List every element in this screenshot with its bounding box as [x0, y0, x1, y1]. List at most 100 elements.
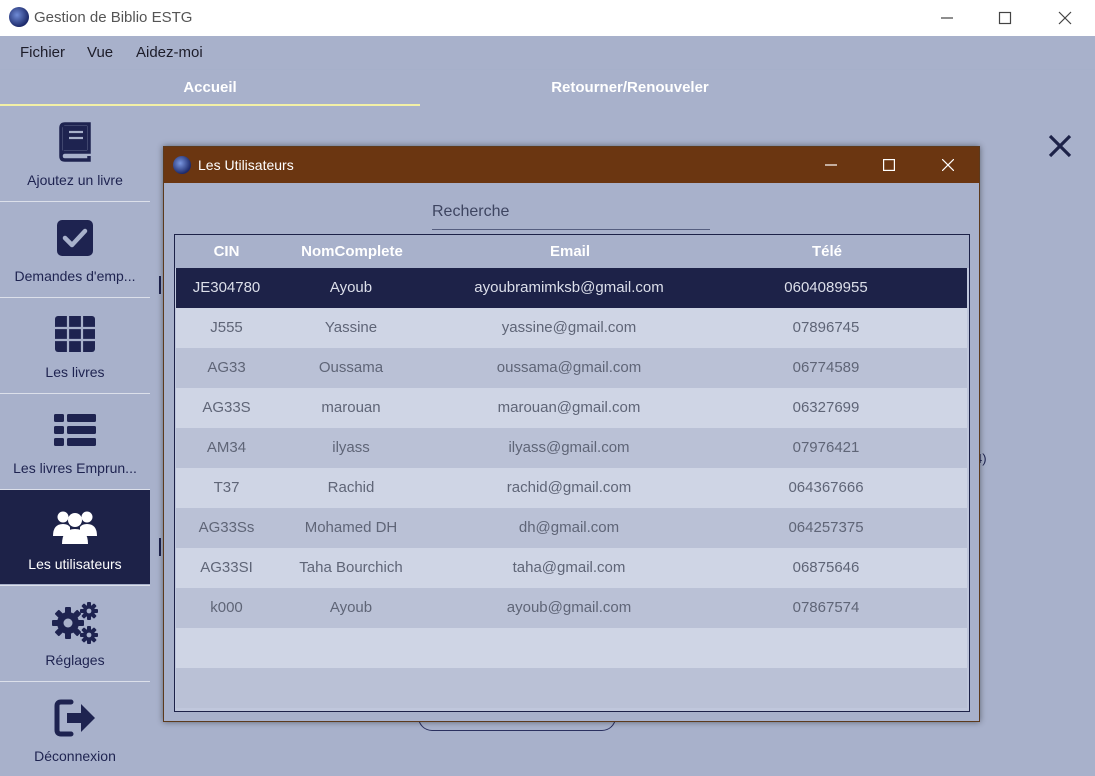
- cell-email: ilyass@gmail.com: [508, 439, 630, 456]
- background-fragment: [159, 538, 161, 556]
- cell-cin: k000: [210, 599, 243, 616]
- dialog-title: Les Utilisateurs: [198, 157, 294, 173]
- users-icon: [53, 511, 97, 544]
- cell-cin: AG33SI: [200, 559, 253, 576]
- cell-email: yassine@gmail.com: [501, 319, 637, 336]
- cell-email: ayoub@gmail.com: [506, 599, 632, 616]
- dialog-titlebar: Les Utilisateurs: [164, 147, 979, 183]
- menu-vue[interactable]: Vue: [87, 44, 113, 61]
- app-logo-icon: [9, 7, 29, 27]
- table-row[interactable]: AG33Ss Mohamed DH dh@gmail.com 064257375: [176, 508, 967, 548]
- maximize-icon: [883, 159, 895, 171]
- close-panel-icon[interactable]: [1044, 130, 1076, 162]
- dialog-maximize-button[interactable]: [860, 147, 918, 183]
- sidebar-item-utilisateurs[interactable]: Les utilisateurs: [0, 490, 150, 584]
- users-dialog: Les Utilisateurs CIN NomComplete Email T…: [163, 146, 980, 722]
- dialog-close-button[interactable]: [919, 147, 977, 183]
- cell-cin: T37: [213, 479, 240, 496]
- cell-tele: 06875646: [792, 559, 860, 576]
- column-header-email[interactable]: Email: [426, 235, 714, 268]
- cell-tele: 06774589: [792, 359, 860, 376]
- sidebar-item-label: Les livres Emprun...: [13, 460, 137, 476]
- sidebar-item-reglages[interactable]: Réglages: [0, 586, 150, 680]
- sidebar-item-label: Déconnexion: [34, 748, 116, 764]
- close-icon: [1058, 11, 1072, 25]
- table-row[interactable]: AM34 ilyass ilyass@gmail.com 07976421: [176, 428, 967, 468]
- tab-retourner-renouveler[interactable]: Retourner/Renouveler: [420, 70, 840, 104]
- cell-tele: 064257375: [788, 519, 864, 536]
- sidebar-item-livres-empruntes[interactable]: Les livres Emprun...: [0, 394, 150, 488]
- cell-email: oussama@gmail.com: [496, 359, 642, 376]
- table-row[interactable]: AG33S marouan marouan@gmail.com 06327699: [176, 388, 967, 428]
- table-row[interactable]: T37 Rachid rachid@gmail.com 064367666: [176, 468, 967, 508]
- cell-tele: 064367666: [788, 479, 864, 496]
- tab-bar: Accueil Retourner/Renouveler: [0, 70, 1095, 106]
- minimize-button[interactable]: [918, 0, 976, 36]
- cell-cin: JE304780: [192, 279, 261, 296]
- maximize-button[interactable]: [976, 0, 1034, 36]
- column-header-cin[interactable]: CIN: [175, 235, 278, 268]
- cell-tele: 07896745: [792, 319, 860, 336]
- cell-tele: 06327699: [792, 399, 860, 416]
- minimize-icon: [941, 17, 953, 19]
- sidebar-item-label: Les livres: [45, 364, 105, 380]
- sidebar-item-label: Ajoutez un livre: [27, 172, 123, 188]
- users-table: CIN NomComplete Email Télé JE304780 Ayoub…: [174, 234, 970, 712]
- cell-nom: Taha Bourchich: [299, 559, 403, 576]
- column-header-nomcomplete[interactable]: NomComplete: [278, 235, 426, 268]
- menu-fichier[interactable]: Fichier: [20, 44, 65, 61]
- sidebar-item-deconnexion[interactable]: Déconnexion: [0, 682, 150, 776]
- logout-icon: [54, 699, 95, 737]
- minimize-icon: [825, 164, 837, 166]
- cell-email: rachid@gmail.com: [506, 479, 632, 496]
- table-row[interactable]: k000 Ayoub ayoub@gmail.com 07867574: [176, 588, 967, 628]
- cell-cin: AM34: [206, 439, 247, 456]
- cell-cin: AG33Ss: [198, 519, 255, 536]
- background-fragment: [159, 276, 161, 294]
- cell-cin: J555: [210, 319, 243, 336]
- list-icon: [54, 414, 96, 446]
- cell-nom: Oussama: [318, 359, 384, 376]
- maximize-icon: [998, 11, 1012, 25]
- cell-tele: 07867574: [792, 599, 860, 616]
- menu-aidez-moi[interactable]: Aidez-moi: [136, 44, 203, 61]
- cell-cin: AG33: [207, 359, 246, 376]
- search-input[interactable]: [432, 195, 710, 230]
- checkbox-icon: [57, 220, 93, 256]
- cell-nom: Mohamed DH: [304, 519, 398, 536]
- gears-icon: [52, 602, 98, 644]
- cell-tele: 0604089955: [784, 279, 868, 296]
- close-window-button[interactable]: [1036, 0, 1094, 36]
- dialog-minimize-button[interactable]: [802, 147, 860, 183]
- tab-accueil[interactable]: Accueil: [0, 70, 420, 106]
- cell-email: ayoubramimksb@gmail.com: [474, 279, 664, 296]
- grid-icon: [55, 316, 95, 352]
- table-row[interactable]: AG33 Oussama oussama@gmail.com 06774589: [176, 348, 967, 388]
- table-row[interactable]: J555 Yassine yassine@gmail.com 07896745: [176, 308, 967, 348]
- cell-nom: Rachid: [327, 479, 375, 496]
- sidebar-item-label: Réglages: [45, 652, 105, 668]
- window-titlebar: Gestion de Biblio ESTG: [0, 0, 1095, 36]
- cell-email: taha@gmail.com: [512, 559, 626, 576]
- cell-email: dh@gmail.com: [518, 519, 620, 536]
- cell-email: marouan@gmail.com: [497, 399, 641, 416]
- menubar: Fichier Vue Aidez-moi: [0, 36, 1095, 70]
- table-row-empty: [176, 628, 967, 668]
- window-title: Gestion de Biblio ESTG: [34, 9, 193, 26]
- cell-nom: Ayoub: [329, 599, 373, 616]
- cell-nom: ilyass: [332, 439, 370, 456]
- app-logo-icon: [173, 156, 191, 174]
- sidebar-item-les-livres[interactable]: Les livres: [0, 298, 150, 392]
- sidebar-item-ajoutez-livre[interactable]: Ajoutez un livre: [0, 106, 150, 200]
- book-icon: [59, 122, 91, 162]
- table-row[interactable]: AG33SI Taha Bourchich taha@gmail.com 068756…: [176, 548, 967, 588]
- cell-nom: marouan: [321, 399, 381, 416]
- table-header: CIN NomComplete Email Télé: [175, 235, 969, 268]
- sidebar-item-label: Demandes d'emp...: [14, 268, 136, 284]
- sidebar-item-demandes[interactable]: Demandes d'emp...: [0, 202, 150, 296]
- table-row-empty: [176, 668, 967, 708]
- cell-tele: 07976421: [792, 439, 860, 456]
- table-row[interactable]: JE304780 Ayoub ayoubramimksb@gmail.com 0604…: [176, 268, 967, 308]
- column-header-tele[interactable]: Télé: [714, 235, 940, 268]
- cell-nom: Ayoub: [329, 279, 373, 296]
